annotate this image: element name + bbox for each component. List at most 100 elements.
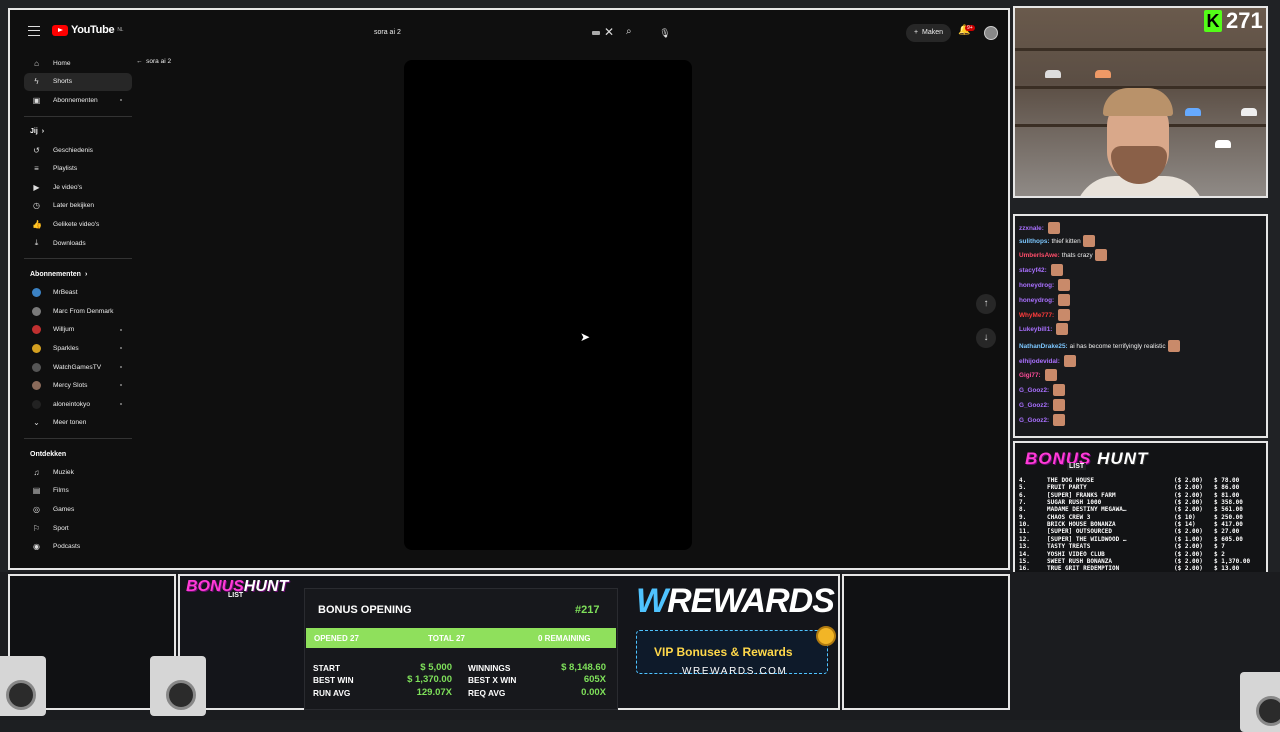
sidebar-sub-channel[interactable]: Willjum — [24, 321, 132, 340]
search-box[interactable]: sora ai 2 ✕ ⌕ — [368, 23, 632, 43]
bonus-hunt-win: $ 605.00 — [1214, 535, 1243, 543]
shoe — [1095, 70, 1111, 78]
channel-name: aloneintokyo — [53, 400, 91, 408]
chat-username[interactable]: sulithops: — [1019, 238, 1050, 245]
previous-short-button[interactable]: ↑ — [976, 294, 996, 314]
chat-username[interactable]: G_Gooz2: — [1019, 402, 1049, 409]
bonus-hunt-row: 5. FRUIT PARTY ($ 2.00) $ 86.00 — [1019, 484, 1263, 491]
chat-username[interactable]: honeydrog: — [1019, 282, 1054, 289]
history-icon: ↺ — [33, 145, 40, 155]
sidebar-sub-channel[interactable]: aloneintokyo — [24, 395, 132, 414]
bonus-hunt-title-b: HUNT — [1097, 449, 1149, 468]
bonus-hunt-row: 13. TASTY TREATS ($ 2.00) $ 7 — [1019, 543, 1263, 550]
bonus-hunt-row: 10. BRICK HOUSE BONANZA ($ 14) $ 417.00 — [1019, 521, 1263, 528]
sidebar-item-label: Shorts — [53, 78, 73, 86]
chat-username[interactable]: G_Gooz2: — [1019, 417, 1049, 424]
sidebar-item-your-videos[interactable]: ▶ Je video's — [24, 178, 132, 197]
sidebar-item-podcasts[interactable]: ◉ Podcasts — [24, 537, 132, 556]
logo-b: HUNT — [243, 578, 289, 595]
sidebar-item-label: Abonnementen — [53, 96, 98, 104]
sidebar-item-liked[interactable]: 👍 Gelikete video's — [24, 215, 132, 234]
sidebar-sub-channel[interactable]: MrBeast — [24, 283, 132, 302]
sidebar-item-downloads[interactable]: ⤓ Downloads — [24, 234, 132, 253]
bonus-hunt-name: THE DOG HOUSE — [1047, 477, 1094, 484]
bonus-hunt-win: $ 86.00 — [1214, 484, 1240, 492]
search-input[interactable]: sora ai 2 — [374, 29, 401, 36]
clear-search-icon[interactable]: ✕ — [604, 25, 614, 39]
chat-username[interactable]: G_Gooz2: — [1019, 387, 1049, 394]
chat-username[interactable]: NathanDrake25: — [1019, 343, 1068, 350]
bonus-hunt-row: 14. YOSHI VIDEO CLUB ($ 2.00) $ 2 — [1019, 551, 1263, 558]
subscriptions-icon: ▣ — [32, 95, 41, 105]
sidebar-item-music[interactable]: ♫ Muziek — [24, 463, 132, 482]
back-button[interactable]: ← sora ai 2 — [136, 58, 171, 65]
sidebar-item-shorts[interactable]: ϟ Shorts — [24, 72, 132, 92]
bonus-hunt-n: 9. — [1019, 513, 1027, 521]
back-label: sora ai 2 — [146, 58, 172, 65]
chat-username[interactable]: zzxnale: — [1019, 225, 1044, 232]
sidebar-item-films[interactable]: ▤ Films — [24, 482, 132, 501]
shorts-video-player[interactable] — [404, 60, 692, 550]
create-button[interactable]: + Maken — [906, 24, 951, 42]
bonus-hunt-bet: ($ 2.00) — [1174, 557, 1203, 565]
chat-username[interactable]: stacyf42: — [1019, 267, 1047, 274]
sidebar-item-watch-later[interactable]: ◷ Later bekijken — [24, 197, 132, 216]
sidebar-item-sport[interactable]: ⚐ Sport — [24, 519, 132, 538]
sidebar-item-label: Podcasts — [53, 543, 81, 551]
sidebar-sub-channel[interactable]: WatchGamesTV — [24, 358, 132, 377]
sidebar-item-games[interactable]: ◎ Games — [24, 500, 132, 519]
chat-message: G_Gooz2: — [1019, 384, 1066, 396]
youtube-logo[interactable]: YouTube NL — [52, 24, 123, 36]
sidebar-you-header[interactable]: Jij › — [24, 123, 132, 141]
channel-avatar — [32, 362, 41, 372]
games-icon: ◎ — [33, 505, 40, 515]
sidebar-sub-channel[interactable]: Mercy Slots — [24, 376, 132, 395]
wrewards-text: REWARDS — [667, 582, 835, 620]
bonus-hunt-win: $ 561.00 — [1214, 506, 1243, 514]
bonus-hunt-n: 8. — [1019, 506, 1027, 514]
bonus-hunt-bet: ($ 2.00) — [1174, 550, 1203, 558]
chat-username[interactable]: elhijodevidal: — [1019, 358, 1060, 365]
search-icon[interactable]: ⌕ — [626, 26, 632, 37]
bonus-hunt-name: FRUIT PARTY — [1047, 484, 1087, 492]
sidebar-sub-channel[interactable]: Marc From Denmark — [24, 302, 132, 321]
chat-username[interactable]: WhyMe777: — [1019, 312, 1054, 319]
podcasts-icon: ◉ — [33, 542, 40, 552]
chat-username[interactable]: Lukeybill1: — [1019, 326, 1052, 333]
next-short-button[interactable]: ↓ — [976, 328, 996, 348]
show-more-button[interactable]: ⌄ Meer tonen — [24, 414, 132, 433]
shoe — [1241, 108, 1257, 116]
channel-avatar — [32, 381, 41, 391]
mic-icon[interactable]: 🎙 — [658, 26, 672, 40]
menu-icon[interactable] — [28, 26, 40, 36]
sidebar-sub-channel[interactable]: Sparkles — [24, 339, 132, 358]
chat-username[interactable]: Gigi77: — [1019, 372, 1041, 379]
chat-username[interactable]: UmberIsAwe: — [1019, 252, 1060, 259]
sidebar-item-playlists[interactable]: ≡ Playlists — [24, 159, 132, 178]
sidebar-item-home[interactable]: ⌂ Home — [24, 54, 132, 73]
bonus-hunt-bet: ($ 10) — [1174, 513, 1196, 521]
chat-message: WhyMe777: — [1019, 309, 1071, 321]
bonus-hunt-name: YOSHI VIDEO CLUB — [1047, 550, 1105, 558]
avatar[interactable] — [984, 26, 998, 40]
chat-panel: zzxnale: sulithops: thief kitten UmberIsAwe… — [1013, 214, 1268, 438]
sidebar-item-history[interactable]: ↺ Geschiedenis — [24, 141, 132, 160]
bonus-hunt-bet: ($ 2.00) — [1174, 543, 1203, 551]
emote-icon — [1053, 384, 1066, 396]
mouse-cursor-icon: ➤ — [580, 330, 591, 344]
keyboard-icon[interactable] — [592, 31, 600, 35]
sidebar-item-label: Later bekijken — [53, 202, 95, 210]
chat-text: thief kitten — [1051, 237, 1081, 245]
bonus-hunt-logo-sub: LIST — [228, 592, 244, 599]
watch-later-icon: ◷ — [33, 201, 40, 211]
bonus-hunt-win: $ 1,370.00 — [1214, 557, 1251, 565]
bonus-hunt-bet: ($ 2.00) — [1174, 491, 1203, 499]
chat-username[interactable]: honeydrog: — [1019, 297, 1054, 304]
sidebar-subs-header[interactable]: Abonnementen › — [24, 265, 132, 283]
bonus-hunt-n: 12. — [1019, 535, 1030, 543]
show-more-label: Meer tonen — [53, 419, 87, 427]
bonus-hunt-bet: ($ 2.00) — [1174, 477, 1203, 484]
bonus-hunt-n: 7. — [1019, 499, 1027, 507]
sidebar-item-subscriptions[interactable]: ▣ Abonnementen — [24, 91, 132, 110]
kick-viewer-count: K 271 — [1204, 8, 1263, 34]
